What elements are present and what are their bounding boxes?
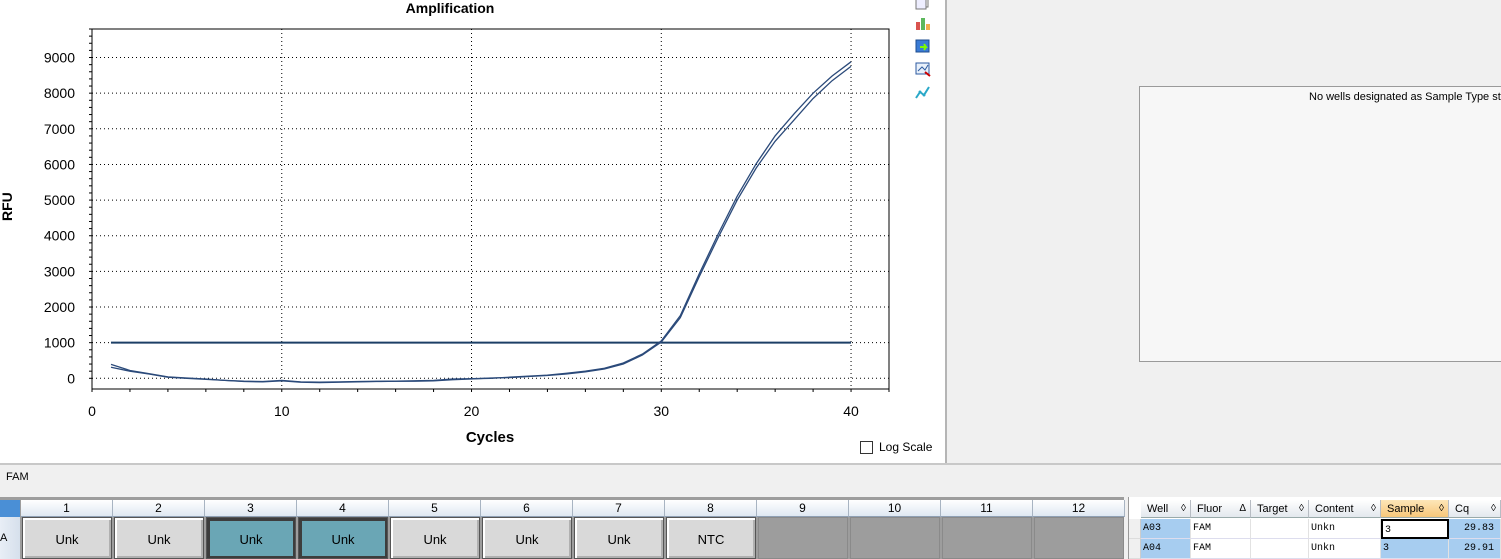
row-header-a[interactable]: A xyxy=(0,517,20,559)
y-tick-label: 6000 xyxy=(44,156,75,172)
well-a08[interactable]: NTC xyxy=(666,517,756,559)
chart-settings-icon[interactable] xyxy=(914,15,932,31)
results-cell-cq[interactable]: 29.91 xyxy=(1449,539,1501,559)
results-cell-sample[interactable]: 3 xyxy=(1381,539,1449,559)
app-window: 0 10 20 30 40 0 1000 2000 3000 4000 5000 6000 7000 80… xyxy=(0,0,1501,559)
y-tick-label: 3000 xyxy=(44,263,75,279)
well-a05[interactable]: Unk xyxy=(390,517,480,559)
column-header-7[interactable]: 7 xyxy=(573,500,665,517)
column-header-10[interactable]: 10 xyxy=(849,500,941,517)
results-header-content[interactable]: Content ◊ xyxy=(1309,500,1381,518)
well-a02[interactable]: Unk xyxy=(114,517,204,559)
chart-title: Amplification xyxy=(405,0,495,16)
log-scale-label: Log Scale xyxy=(879,440,933,454)
y-tick-label: 4000 xyxy=(44,228,75,244)
column-header-1[interactable]: 1 xyxy=(21,500,113,517)
y-axis-label: RFU xyxy=(0,192,15,221)
column-header-3[interactable]: 3 xyxy=(205,500,297,517)
results-cell-content[interactable]: Unkn xyxy=(1309,519,1381,539)
header-label: Cq xyxy=(1455,503,1470,515)
row-selector[interactable] xyxy=(1129,539,1141,559)
results-cell-target[interactable] xyxy=(1251,519,1309,539)
header-label: Well xyxy=(1147,503,1169,515)
x-axis-label: Cycles xyxy=(465,429,515,446)
results-cell-well[interactable]: A04 xyxy=(1141,539,1191,559)
column-header-5[interactable]: 5 xyxy=(389,500,481,517)
x-tick-label: 20 xyxy=(464,403,480,419)
y-tick-label: 0 xyxy=(67,370,75,386)
y-tick-label: 1000 xyxy=(44,335,75,351)
well-a01[interactable]: Unk xyxy=(22,517,112,559)
results-cell-sample[interactable]: 3 xyxy=(1381,519,1449,539)
well-a06[interactable]: Unk xyxy=(482,517,572,559)
results-header-cq[interactable]: Cq ◊ xyxy=(1449,500,1501,518)
row-selector[interactable] xyxy=(1129,519,1141,539)
y-tick-label: 8000 xyxy=(44,85,75,101)
results-header-target[interactable]: Target ◊ xyxy=(1251,500,1309,518)
log-scale-checkbox[interactable]: Log Scale xyxy=(860,440,932,454)
sort-icon[interactable]: ◊ xyxy=(1491,500,1496,518)
results-cell-fluor[interactable]: FAM xyxy=(1191,539,1251,559)
header-label: Sample xyxy=(1387,503,1425,515)
well-a09[interactable] xyxy=(758,517,848,559)
x-tick-label: 30 xyxy=(653,403,669,419)
results-cell-cq[interactable]: 29.83 xyxy=(1449,519,1501,539)
no-standards-message: No wells designated as Sample Type stand… xyxy=(1309,91,1501,103)
x-tick-label: 10 xyxy=(274,403,290,419)
column-header-2[interactable]: 2 xyxy=(113,500,205,517)
header-label: Target xyxy=(1257,503,1288,515)
results-header-sample[interactable]: Sample ◊ xyxy=(1381,500,1449,518)
fluor-bar: FAM xyxy=(0,465,1501,495)
plate-corner[interactable] xyxy=(0,500,20,517)
standard-curve-panel: No wells designated as Sample Type stand… xyxy=(947,0,1501,465)
results-table: Well ◊ Fluor Δ Target ◊ Content ◊ Sample ◊ Cq ◊ A03… xyxy=(1128,497,1501,559)
results-cell-content[interactable]: Unkn xyxy=(1309,539,1381,559)
column-header-8[interactable]: 8 xyxy=(665,500,757,517)
well-a10[interactable] xyxy=(850,517,940,559)
amplification-chart-panel: 0 10 20 30 40 0 1000 2000 3000 4000 5000 6000 7000 80… xyxy=(0,0,945,465)
results-header-fluor[interactable]: Fluor Δ xyxy=(1191,500,1251,518)
plate-grid: A 1 2 3 4 5 6 7 8 9 10 11 12 Unk Unk Unk Unk Unk Unk Unk N… xyxy=(0,497,1125,559)
y-tick-label: 9000 xyxy=(44,50,75,66)
y-tick-label: 5000 xyxy=(44,192,75,208)
column-header-12[interactable]: 12 xyxy=(1033,500,1125,517)
sort-icon[interactable]: ◊ xyxy=(1181,500,1186,518)
well-a04[interactable]: Unk xyxy=(298,517,388,559)
well-a03[interactable]: Unk xyxy=(206,517,296,559)
well-a07[interactable]: Unk xyxy=(574,517,664,559)
x-tick-label: 40 xyxy=(843,403,859,419)
results-cell-well[interactable]: A03 xyxy=(1141,519,1191,539)
checkbox-box[interactable] xyxy=(860,440,873,454)
amplification-chart: 0 10 20 30 40 0 1000 2000 3000 4000 5000 6000 7000 80… xyxy=(44,28,890,419)
y-tick-label: 2000 xyxy=(44,299,75,315)
results-cell-target[interactable] xyxy=(1251,539,1309,559)
standard-curve-box: No wells designated as Sample Type stand… xyxy=(1139,86,1501,362)
header-label: Content xyxy=(1315,503,1354,515)
sort-icon[interactable]: ◊ xyxy=(1371,500,1376,518)
results-header-well[interactable]: Well ◊ xyxy=(1141,500,1191,518)
header-label: Fluor xyxy=(1197,503,1223,515)
sort-icon[interactable]: Δ xyxy=(1239,500,1246,518)
column-header-11[interactable]: 11 xyxy=(941,500,1033,517)
sort-icon[interactable]: ◊ xyxy=(1439,500,1444,518)
export-icon[interactable] xyxy=(914,38,932,54)
results-cell-fluor[interactable]: FAM xyxy=(1191,519,1251,539)
y-tick-label: 7000 xyxy=(44,121,75,137)
plot-area xyxy=(91,28,890,390)
well-a11[interactable] xyxy=(942,517,1032,559)
column-header-6[interactable]: 6 xyxy=(481,500,573,517)
copy-icon[interactable] xyxy=(914,0,932,10)
column-header-4[interactable]: 4 xyxy=(297,500,389,517)
well-a12[interactable] xyxy=(1034,517,1124,559)
zoom-icon[interactable] xyxy=(914,61,932,77)
x-tick-label: 0 xyxy=(88,403,96,419)
trend-icon[interactable] xyxy=(914,84,932,100)
column-header-9[interactable]: 9 xyxy=(757,500,849,517)
fluor-label: FAM xyxy=(6,471,29,483)
sort-icon[interactable]: ◊ xyxy=(1299,500,1304,518)
